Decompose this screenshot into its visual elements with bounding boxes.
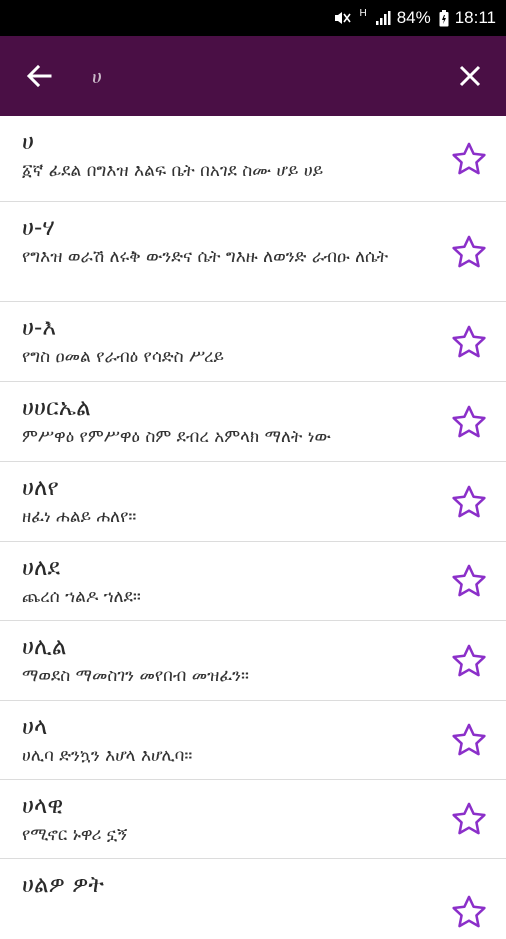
entry-definition: ዘፈነ ሐልይ ሐለየ።	[22, 507, 137, 527]
entry-definition: የግእዝ ወራሽ ለሩቅ ውንድና ሴት ግእዙ ለወንድ ራብዑ ለሴት	[22, 247, 389, 267]
battery-percentage: 84%	[396, 8, 431, 27]
entry-definition: ጨረሰ ኀልዶ ኀለደ።	[22, 587, 141, 607]
list-item[interactable]: ሀሀርኤል ምሥዋዕ የምሥዋዕ ስም ደብረ አምላክ ማለት ነው	[0, 382, 506, 462]
battery-icon	[439, 9, 449, 27]
star-icon[interactable]	[450, 562, 488, 600]
entry-word: ሀላ	[22, 714, 48, 740]
star-icon[interactable]	[450, 893, 488, 931]
list-item[interactable]: ሀ ፩ኛ ፊደል በግእዝ እልፍ ቤት በአገደ ስሙ ሆይ ሀይ	[0, 116, 506, 202]
entry-word: ሀለደ	[22, 555, 61, 581]
network-type-indicator: H	[359, 7, 367, 19]
entry-definition: ማወደስ ማመስገን መየበብ መዝፈን።	[22, 666, 249, 686]
entry-word: ሀ-ሃ	[22, 215, 55, 241]
list-item[interactable]: ሀለየ ዘፈነ ሐልይ ሐለየ።	[0, 462, 506, 542]
star-icon[interactable]	[450, 323, 488, 361]
list-item[interactable]: ሀልዎ ዎት	[0, 859, 506, 939]
star-icon[interactable]	[450, 721, 488, 759]
search-input[interactable]	[90, 58, 424, 96]
entry-word: ሀ	[22, 129, 35, 155]
entry-definition: የግስ ዐመል የራብዕ የሳድስ ሥረይ	[22, 347, 224, 367]
entry-word: ሀላዊ	[22, 793, 64, 819]
list-item[interactable]: ሀ-ሃ የግእዝ ወራሽ ለሩቅ ውንድና ሴት ግእዙ ለወንድ ራብዑ ለሴ…	[0, 202, 506, 302]
entry-word: ሀለየ	[22, 475, 59, 501]
entry-definition: የሚኖር ኑዋሪ ኗኝ	[22, 825, 128, 845]
entry-definition: ፩ኛ ፊደል በግእዝ እልፍ ቤት በአገደ ስሙ ሆይ ሀይ	[22, 161, 324, 181]
entry-word: ሀልዎ ዎት	[22, 872, 104, 898]
status-bar: H 84% 18:11	[0, 0, 506, 36]
mute-icon	[333, 10, 352, 26]
list-item[interactable]: ሀላዊ የሚኖር ኑዋሪ ኗኝ	[0, 780, 506, 859]
star-icon[interactable]	[450, 642, 488, 680]
list-item[interactable]: ሀሊል ማወደስ ማመስገን መየበብ መዝፈን።	[0, 621, 506, 701]
entry-definition: ምሥዋዕ የምሥዋዕ ስም ደብረ አምላክ ማለት ነው	[22, 427, 331, 447]
back-button[interactable]	[20, 58, 60, 94]
star-icon[interactable]	[450, 140, 488, 178]
star-icon[interactable]	[450, 233, 488, 271]
entry-definition: ሀሊባ ድንኳን እሆላ እሆሊባ።	[22, 746, 193, 766]
signal-icon	[375, 10, 391, 26]
back-arrow-icon	[26, 64, 52, 88]
list-item[interactable]: ሀ-እ የግስ ዐመል የራብዕ የሳድስ ሥረይ	[0, 302, 506, 382]
close-icon	[459, 65, 481, 87]
entry-word: ሀሊል	[22, 634, 67, 660]
search-app-bar	[0, 36, 506, 116]
results-list: ሀ ፩ኛ ፊደል በግእዝ እልፍ ቤት በአገደ ስሙ ሆይ ሀይ ሀ-ሃ የ…	[0, 116, 506, 939]
clear-search-button[interactable]	[452, 58, 488, 94]
list-item[interactable]: ሀላ ሀሊባ ድንኳን እሆላ እሆሊባ።	[0, 701, 506, 780]
star-icon[interactable]	[450, 483, 488, 521]
star-icon[interactable]	[450, 403, 488, 441]
star-icon[interactable]	[450, 800, 488, 838]
entry-word: ሀ-እ	[22, 315, 56, 341]
entry-word: ሀሀርኤል	[22, 395, 91, 421]
list-item[interactable]: ሀለደ ጨረሰ ኀልዶ ኀለደ።	[0, 542, 506, 621]
clock: 18:11	[454, 8, 496, 27]
